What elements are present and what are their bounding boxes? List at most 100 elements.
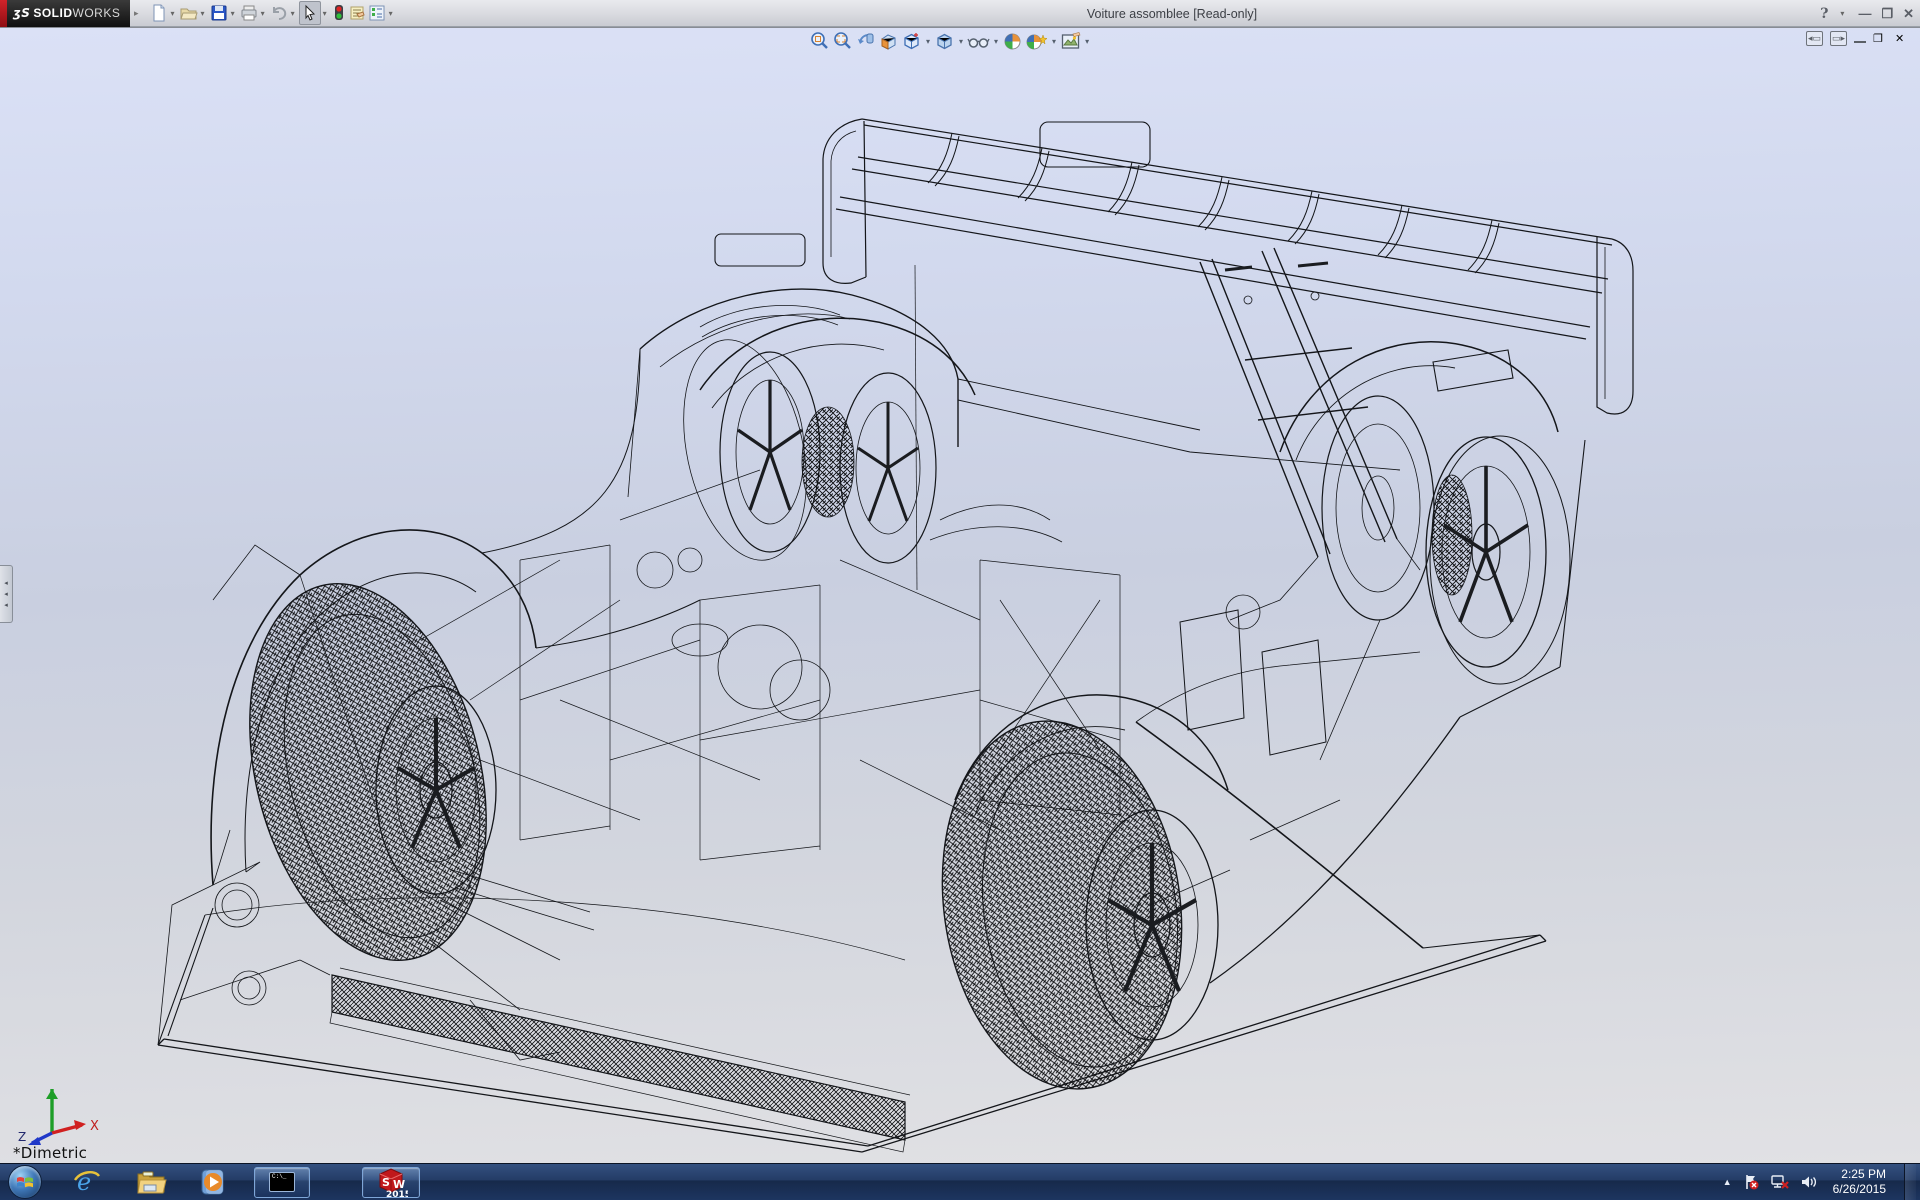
- help-dropdown-arrow[interactable]: ▾: [1840, 9, 1844, 18]
- taskbar-clock[interactable]: 2:25 PM 6/26/2015: [1833, 1167, 1886, 1197]
- doc-close-button[interactable]: ✕: [1895, 32, 1910, 45]
- feature-tree-collapsed-tab[interactable]: ◂ ◂ ◂: [0, 565, 13, 623]
- document-title: Voiture assomblee [Read-only]: [1086, 6, 1258, 21]
- zoom-to-area-button[interactable]: [831, 30, 854, 53]
- minimize-button[interactable]: —: [1858, 6, 1871, 21]
- sw-badge: 2015: [386, 1190, 408, 1198]
- display-style-icon: [937, 33, 952, 50]
- dropdown-arrow[interactable]: ▾: [994, 37, 998, 46]
- note-hand-icon: [350, 6, 365, 20]
- system-tray: ▲ 2:25 PM 6/26/2015: [1723, 1163, 1920, 1200]
- zoom-to-fit-icon: [811, 32, 828, 49]
- undo-button[interactable]: [269, 2, 289, 24]
- command-prompt-icon: C:\_: [269, 1172, 295, 1192]
- clock-date: 6/26/2015: [1832, 1182, 1886, 1196]
- dropdown-arrow[interactable]: ▾: [959, 37, 963, 46]
- collapse-arrow-icon: ◂: [4, 602, 8, 609]
- dropdown-arrow[interactable]: ▾: [201, 9, 205, 18]
- doc-restore-button[interactable]: ❐: [1873, 32, 1888, 45]
- standard-toolbar: ▾ ▾ ▾ ▾ ▾ ▾ ▾: [149, 1, 397, 25]
- dropdown-arrow[interactable]: ▾: [389, 9, 393, 18]
- dropdown-arrow[interactable]: ▾: [926, 37, 930, 46]
- select-cursor-icon: [305, 4, 315, 21]
- wireframe-car-model[interactable]: [0, 0, 1920, 1200]
- close-button[interactable]: ✕: [1903, 6, 1914, 22]
- section-view-button[interactable]: [877, 30, 900, 53]
- taskbar-command-prompt[interactable]: C:\_: [254, 1166, 310, 1198]
- taskbar-solidworks[interactable]: S W 2015: [362, 1166, 420, 1198]
- eyeglasses-icon: [967, 38, 990, 48]
- show-desktop-button[interactable]: [1904, 1163, 1916, 1200]
- action-center-flag-icon[interactable]: [1742, 1173, 1760, 1191]
- options-button[interactable]: [367, 2, 387, 24]
- logo-mark: ʒS: [13, 6, 31, 20]
- dropdown-arrow[interactable]: ▾: [1085, 37, 1089, 46]
- zoom-to-fit-button[interactable]: [808, 30, 831, 53]
- dropdown-arrow[interactable]: ▾: [291, 9, 295, 18]
- internet-explorer-icon: e: [74, 1168, 100, 1196]
- file-properties-button[interactable]: [347, 2, 367, 24]
- reference-triad: X Z: [14, 1075, 100, 1152]
- taskbar-file-explorer[interactable]: [134, 1167, 168, 1197]
- rebuild-button[interactable]: [331, 2, 347, 24]
- heads-up-view-toolbar: ▾ ▾ ▾ ▾ ▾: [808, 30, 1092, 53]
- view-settings-button[interactable]: [1024, 30, 1049, 53]
- collapse-arrow-icon: ◂: [4, 591, 8, 598]
- title-bar: ʒS SOLIDWORKS ▸ ▾ ▾ ▾ ▾ ▾ ▾ ▾ Voiture as…: [0, 0, 1920, 27]
- logo-text: ʒS SOLIDWORKS: [13, 6, 120, 20]
- triad-z-label: Z: [18, 1130, 26, 1144]
- solidworks-logo: ʒS SOLIDWORKS: [0, 0, 130, 27]
- collapse-left-pane-button[interactable]: ◂▭: [1806, 31, 1823, 46]
- folder-icon: [137, 1171, 167, 1194]
- brand-works: WORKS: [72, 6, 121, 20]
- dropdown-arrow[interactable]: ▾: [323, 9, 327, 18]
- save-button[interactable]: [209, 2, 229, 24]
- new-document-icon: [153, 4, 165, 22]
- view-settings-icon: [1026, 34, 1048, 50]
- print-button[interactable]: [239, 2, 259, 24]
- display-style-button[interactable]: [933, 30, 956, 53]
- dropdown-arrow[interactable]: ▾: [231, 9, 235, 18]
- solidworks-2015-icon: S W 2015: [379, 1168, 408, 1198]
- hidden-icons-chevron[interactable]: ▲: [1723, 1177, 1732, 1187]
- view-orientation-button[interactable]: [900, 30, 923, 53]
- select-tool-button[interactable]: [298, 1, 321, 25]
- previous-view-button[interactable]: [854, 30, 877, 53]
- hide-show-items-button[interactable]: [966, 30, 991, 53]
- apply-scene-button[interactable]: [1001, 30, 1024, 53]
- zoom-to-area-icon: [834, 32, 851, 49]
- undo-icon: [272, 7, 286, 20]
- collapse-right-pane-button[interactable]: ▭▸: [1830, 31, 1847, 46]
- open-button[interactable]: [179, 2, 199, 24]
- volume-icon[interactable]: [1800, 1173, 1819, 1191]
- taskbar-media-player[interactable]: [196, 1167, 230, 1197]
- help-button[interactable]: ?: [1820, 6, 1828, 22]
- scene-ball-icon: [1004, 33, 1021, 50]
- dropdown-arrow[interactable]: ▾: [1052, 37, 1056, 46]
- open-folder-icon: [179, 8, 198, 20]
- start-button[interactable]: [8, 1165, 42, 1199]
- previous-view-icon: [858, 33, 874, 44]
- traffic-light-icon: [334, 5, 343, 20]
- windows-flag-icon: [17, 1177, 33, 1188]
- section-view-icon: [881, 34, 896, 50]
- network-error-icon[interactable]: [1770, 1173, 1790, 1191]
- logo-red-stripe: [0, 0, 7, 27]
- checklist-icon: [369, 5, 385, 21]
- dropdown-arrow[interactable]: ▾: [171, 9, 175, 18]
- dropdown-arrow[interactable]: ▾: [261, 9, 265, 18]
- window-controls: ? ▾ — ❐ ✕: [1820, 0, 1914, 27]
- save-floppy-icon: [211, 5, 227, 21]
- collapse-arrow-icon: ◂: [4, 580, 8, 587]
- view-orientation-label: *Dimetric: [13, 1144, 88, 1162]
- sw-letter-s: S: [382, 1176, 390, 1189]
- media-player-icon: [201, 1169, 224, 1195]
- taskbar-internet-explorer[interactable]: e: [70, 1167, 104, 1197]
- new-document-button[interactable]: [149, 2, 169, 24]
- edit-appearance-button[interactable]: [1059, 30, 1082, 53]
- restore-button[interactable]: ❐: [1881, 6, 1893, 22]
- printer-icon: [241, 5, 257, 21]
- menu-flyout-arrow[interactable]: ▸: [134, 8, 139, 19]
- clock-time: 2:25 PM: [1841, 1167, 1886, 1181]
- doc-minimize-button[interactable]: [1854, 35, 1866, 43]
